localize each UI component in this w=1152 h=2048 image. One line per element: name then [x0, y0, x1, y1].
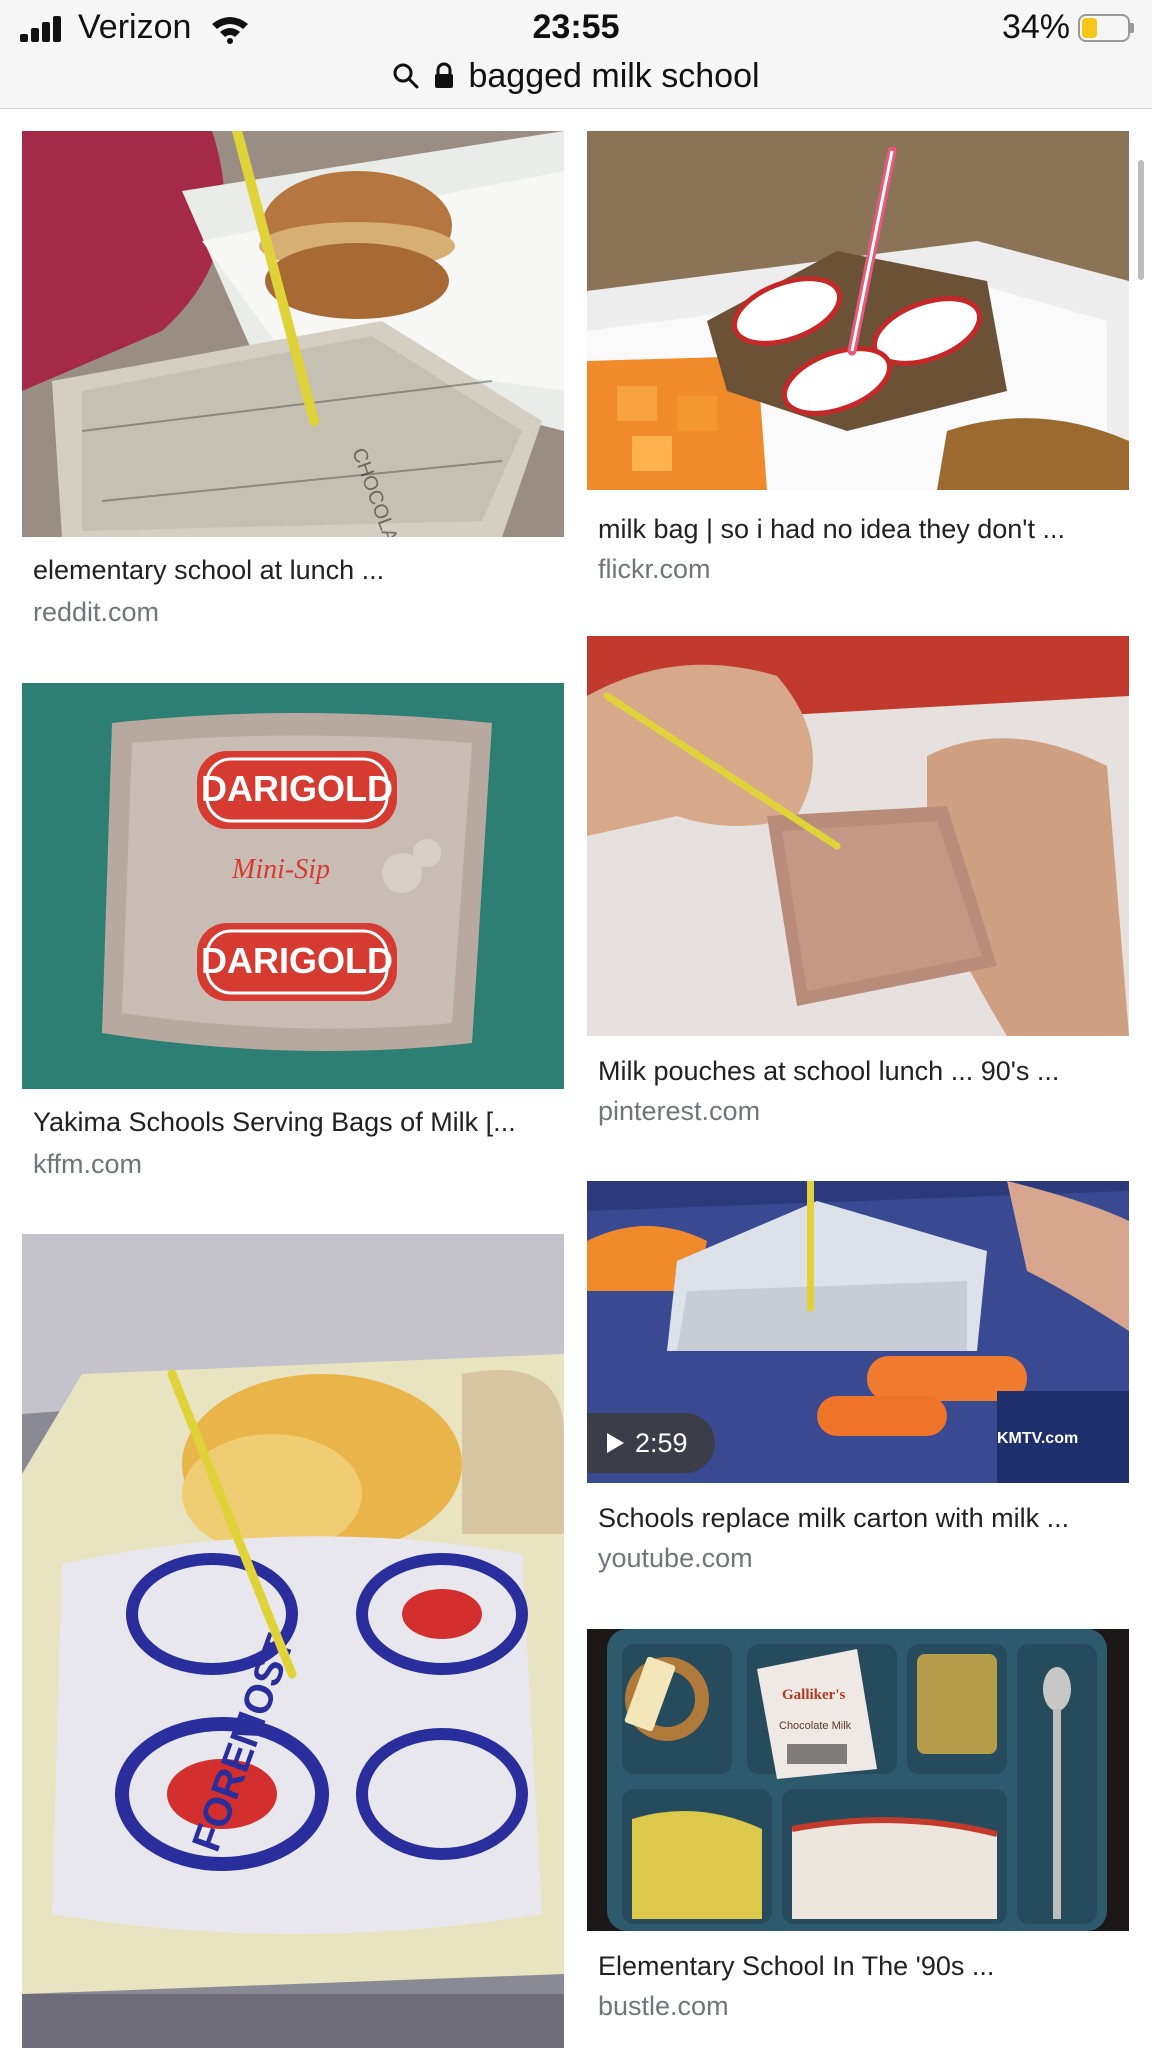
address-bar[interactable]: bagged milk school [0, 52, 1152, 100]
darigold-sub-label: Mini-Sip [231, 854, 330, 885]
battery-icon [1078, 14, 1134, 42]
result-image-hands-chocolate-milk-pouch[interactable] [587, 636, 1129, 1036]
address-query: bagged milk school [468, 56, 760, 95]
video-duration-badge: 2:59 [587, 1413, 715, 1473]
search-icon [393, 63, 419, 89]
result-image-foremost-milk-bag[interactable]: FOREMOST [22, 1234, 564, 2048]
result-card-flickr[interactable]: milk bag | so i had no idea they don't .… [587, 131, 1129, 591]
result-card-pinterest[interactable]: Milk pouches at school lunch ... 90's ..… [587, 636, 1129, 1136]
status-bar: Verizon 23:55 34% [0, 0, 1152, 58]
battery-percentage: 34% [1001, 8, 1070, 46]
result-caption[interactable]: Milk pouches at school lunch ... 90's ..… [598, 1056, 1059, 1087]
result-caption[interactable]: Yakima Schools Serving Bags of Milk [... [33, 1107, 516, 1138]
result-caption[interactable]: Elementary School In The '90s ... [598, 1951, 994, 1982]
clock: 23:55 [532, 8, 620, 46]
result-source: reddit.com [33, 597, 160, 627]
wifi-icon [212, 17, 248, 44]
scrollbar[interactable] [1138, 160, 1144, 280]
result-card-reddit[interactable]: CHOCOLATE elementary school at lunch ...… [22, 131, 564, 631]
result-caption[interactable]: milk bag | so i had no idea they don't .… [598, 514, 1065, 545]
carrier-name: Verizon [78, 8, 192, 46]
result-image-chocolate-milk-bag-burger[interactable]: CHOCOLATE [22, 131, 564, 537]
play-icon [607, 1433, 624, 1453]
video-duration: 2:59 [635, 1427, 688, 1458]
result-image-darigold-milk-bag[interactable]: DARIGOLD Mini-Sip DARIGOLD [22, 683, 564, 1089]
result-caption[interactable]: Schools replace milk carton with milk ..… [598, 1503, 1069, 1534]
carton-brand-text: Galliker's [782, 1687, 845, 1703]
cellular-signal-icon [20, 16, 64, 42]
result-source: youtube.com [598, 1543, 753, 1573]
result-card-kffm[interactable]: DARIGOLD Mini-Sip DARIGOLD Yakima School… [22, 683, 564, 1183]
carton-sub-text: Chocolate Milk [779, 1720, 852, 1732]
battery-level-fill [1082, 18, 1097, 38]
result-source: kffm.com [33, 1149, 143, 1179]
result-card-youtube[interactable]: KMTV.com 2:59 Schools replace milk carto… [587, 1181, 1129, 1581]
result-caption[interactable]: elementary school at lunch ... [33, 555, 384, 586]
kmtv-watermark: KMTV.com [997, 1430, 1078, 1447]
result-image-milk-bags-on-tray[interactable] [587, 131, 1129, 490]
result-source: pinterest.com [598, 1096, 761, 1126]
darigold-label-top: DARIGOLD [201, 768, 393, 809]
result-source: bustle.com [598, 1991, 729, 2021]
result-card-bustle[interactable]: Galliker's Chocolate Milk Elementary Sch… [587, 1629, 1129, 2029]
result-image-school-lunch-tray[interactable]: Galliker's Chocolate Milk [587, 1629, 1129, 1931]
darigold-label-bottom: DARIGOLD [201, 940, 393, 981]
result-source: flickr.com [598, 554, 711, 584]
lock-icon [435, 62, 454, 88]
browser-top-bar: Verizon 23:55 34% bagged milk school [0, 0, 1152, 109]
result-card-foremost[interactable]: FOREMOST [22, 1234, 564, 2048]
